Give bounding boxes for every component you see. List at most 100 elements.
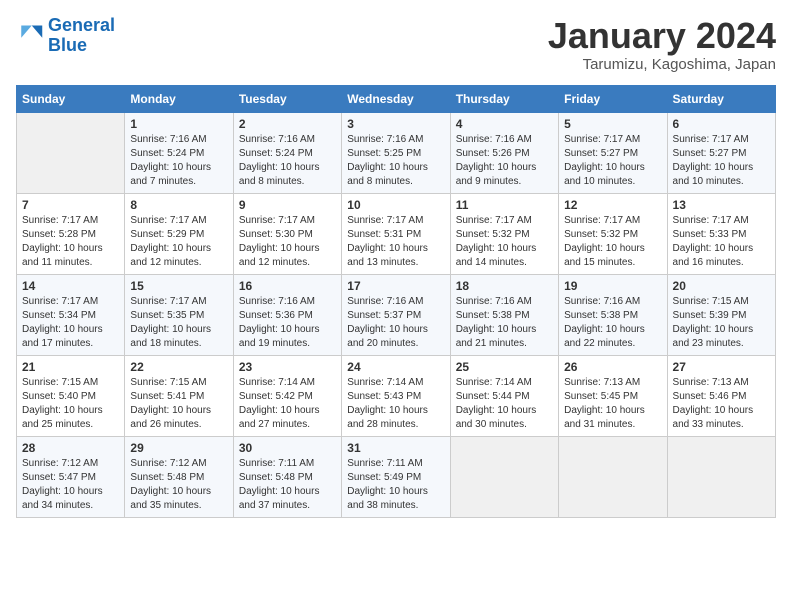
day-number: 25 — [456, 360, 553, 374]
week-row-1: 1Sunrise: 7:16 AMSunset: 5:24 PMDaylight… — [17, 112, 776, 193]
logo-icon — [16, 22, 44, 50]
header-monday: Monday — [125, 85, 233, 112]
day-info: Sunrise: 7:12 AMSunset: 5:47 PMDaylight:… — [22, 457, 119, 513]
day-info: Sunrise: 7:14 AMSunset: 5:42 PMDaylight:… — [239, 376, 336, 432]
day-info: Sunrise: 7:17 AMSunset: 5:29 PMDaylight:… — [130, 214, 227, 270]
day-cell: 19Sunrise: 7:16 AMSunset: 5:38 PMDayligh… — [559, 274, 667, 355]
day-info: Sunrise: 7:17 AMSunset: 5:27 PMDaylight:… — [564, 133, 661, 189]
day-info: Sunrise: 7:17 AMSunset: 5:35 PMDaylight:… — [130, 295, 227, 351]
location-subtitle: Tarumizu, Kagoshima, Japan — [548, 56, 776, 73]
day-number: 4 — [456, 117, 553, 131]
day-info: Sunrise: 7:17 AMSunset: 5:31 PMDaylight:… — [347, 214, 444, 270]
logo: General Blue — [16, 16, 115, 56]
header-saturday: Saturday — [667, 85, 775, 112]
day-info: Sunrise: 7:17 AMSunset: 5:34 PMDaylight:… — [22, 295, 119, 351]
day-cell: 28 Sunrise: 7:12 AMSunset: 5:47 PMDayligh… — [17, 436, 125, 517]
day-number: 22 — [130, 360, 227, 374]
month-title: January 2024 — [548, 16, 776, 56]
day-info: Sunrise: 7:17 AMSunset: 5:28 PMDaylight:… — [22, 214, 119, 270]
day-info: Sunrise: 7:11 AMSunset: 5:48 PMDaylight:… — [239, 457, 336, 513]
logo-line1: General — [48, 15, 115, 35]
day-cell — [559, 436, 667, 517]
day-number: 15 — [130, 279, 227, 293]
day-number: 14 — [22, 279, 119, 293]
day-info: Sunrise: 7:15 AMSunset: 5:40 PMDaylight:… — [22, 376, 119, 432]
day-cell: 17 Sunrise: 7:16 AMSunset: 5:37 PMDayligh… — [342, 274, 450, 355]
day-info: Sunrise: 7:17 AMSunset: 5:27 PMDaylight:… — [673, 133, 770, 189]
day-info: Sunrise: 7:14 AMSunset: 5:44 PMDaylight:… — [456, 376, 553, 432]
page-header: General Blue January 2024 Tarumizu, Kago… — [16, 16, 776, 73]
day-number: 2 — [239, 117, 336, 131]
header-sunday: Sunday — [17, 85, 125, 112]
day-cell: 14 Sunrise: 7:17 AMSunset: 5:34 PMDayligh… — [17, 274, 125, 355]
week-row-4: 21 Sunrise: 7:15 AMSunset: 5:40 PMDayligh… — [17, 355, 776, 436]
day-cell: 24 Sunrise: 7:14 AMSunset: 5:43 PMDayligh… — [342, 355, 450, 436]
day-info: Sunrise: 7:17 AMSunset: 5:32 PMDaylight:… — [456, 214, 553, 270]
day-cell: 13 Sunrise: 7:17 AMSunset: 5:33 PMDayligh… — [667, 193, 775, 274]
day-cell: 3Sunrise: 7:16 AMSunset: 5:25 PMDaylight… — [342, 112, 450, 193]
header-thursday: Thursday — [450, 85, 558, 112]
day-cell — [17, 112, 125, 193]
day-number: 20 — [673, 279, 770, 293]
day-cell: 15 Sunrise: 7:17 AMSunset: 5:35 PMDayligh… — [125, 274, 233, 355]
day-cell: 10 Sunrise: 7:17 AMSunset: 5:31 PMDayligh… — [342, 193, 450, 274]
day-cell: 31Sunrise: 7:11 AMSunset: 5:49 PMDayligh… — [342, 436, 450, 517]
week-row-3: 14 Sunrise: 7:17 AMSunset: 5:34 PMDayligh… — [17, 274, 776, 355]
day-number: 16 — [239, 279, 336, 293]
day-number: 17 — [347, 279, 444, 293]
header-wednesday: Wednesday — [342, 85, 450, 112]
day-info: Sunrise: 7:17 AMSunset: 5:32 PMDaylight:… — [564, 214, 661, 270]
day-number: 6 — [673, 117, 770, 131]
day-number: 10 — [347, 198, 444, 212]
day-info: Sunrise: 7:14 AMSunset: 5:43 PMDaylight:… — [347, 376, 444, 432]
day-cell — [450, 436, 558, 517]
day-cell: 6 Sunrise: 7:17 AMSunset: 5:27 PMDaylight… — [667, 112, 775, 193]
day-cell: 29Sunrise: 7:12 AMSunset: 5:48 PMDayligh… — [125, 436, 233, 517]
day-info: Sunrise: 7:16 AMSunset: 5:38 PMDaylight:… — [456, 295, 553, 351]
day-number: 8 — [130, 198, 227, 212]
day-info: Sunrise: 7:16 AMSunset: 5:37 PMDaylight:… — [347, 295, 444, 351]
day-info: Sunrise: 7:15 AMSunset: 5:41 PMDaylight:… — [130, 376, 227, 432]
week-row-2: 7 Sunrise: 7:17 AMSunset: 5:28 PMDaylight… — [17, 193, 776, 274]
calendar-table: SundayMondayTuesdayWednesdayThursdayFrid… — [16, 85, 776, 518]
day-number: 30 — [239, 441, 336, 455]
day-cell: 18 Sunrise: 7:16 AMSunset: 5:38 PMDayligh… — [450, 274, 558, 355]
day-cell: 20Sunrise: 7:15 AMSunset: 5:39 PMDayligh… — [667, 274, 775, 355]
day-info: Sunrise: 7:16 AMSunset: 5:26 PMDaylight:… — [456, 133, 553, 189]
day-cell: 1Sunrise: 7:16 AMSunset: 5:24 PMDaylight… — [125, 112, 233, 193]
logo-line2: Blue — [48, 35, 87, 55]
day-cell: 26Sunrise: 7:13 AMSunset: 5:45 PMDayligh… — [559, 355, 667, 436]
logo-text: General Blue — [48, 16, 115, 56]
day-cell: 9Sunrise: 7:17 AMSunset: 5:30 PMDaylight… — [233, 193, 341, 274]
day-number: 7 — [22, 198, 119, 212]
day-number: 29 — [130, 441, 227, 455]
day-cell: 5Sunrise: 7:17 AMSunset: 5:27 PMDaylight… — [559, 112, 667, 193]
day-number: 13 — [673, 198, 770, 212]
day-info: Sunrise: 7:13 AMSunset: 5:45 PMDaylight:… — [564, 376, 661, 432]
header-friday: Friday — [559, 85, 667, 112]
day-number: 23 — [239, 360, 336, 374]
day-number: 19 — [564, 279, 661, 293]
day-cell: 23 Sunrise: 7:14 AMSunset: 5:42 PMDayligh… — [233, 355, 341, 436]
header-row: SundayMondayTuesdayWednesdayThursdayFrid… — [17, 85, 776, 112]
day-info: Sunrise: 7:11 AMSunset: 5:49 PMDaylight:… — [347, 457, 444, 513]
day-number: 12 — [564, 198, 661, 212]
day-cell — [667, 436, 775, 517]
day-number: 24 — [347, 360, 444, 374]
day-info: Sunrise: 7:16 AMSunset: 5:24 PMDaylight:… — [239, 133, 336, 189]
day-info: Sunrise: 7:17 AMSunset: 5:33 PMDaylight:… — [673, 214, 770, 270]
day-cell: 7 Sunrise: 7:17 AMSunset: 5:28 PMDaylight… — [17, 193, 125, 274]
day-cell: 16Sunrise: 7:16 AMSunset: 5:36 PMDayligh… — [233, 274, 341, 355]
day-cell: 27Sunrise: 7:13 AMSunset: 5:46 PMDayligh… — [667, 355, 775, 436]
day-info: Sunrise: 7:16 AMSunset: 5:24 PMDaylight:… — [130, 133, 227, 189]
day-cell: 30 Sunrise: 7:11 AMSunset: 5:48 PMDayligh… — [233, 436, 341, 517]
header-tuesday: Tuesday — [233, 85, 341, 112]
day-number: 28 — [22, 441, 119, 455]
day-info: Sunrise: 7:13 AMSunset: 5:46 PMDaylight:… — [673, 376, 770, 432]
day-cell: 21 Sunrise: 7:15 AMSunset: 5:40 PMDayligh… — [17, 355, 125, 436]
day-number: 21 — [22, 360, 119, 374]
day-cell: 12 Sunrise: 7:17 AMSunset: 5:32 PMDayligh… — [559, 193, 667, 274]
day-number: 18 — [456, 279, 553, 293]
day-number: 3 — [347, 117, 444, 131]
day-cell: 2 Sunrise: 7:16 AMSunset: 5:24 PMDaylight… — [233, 112, 341, 193]
